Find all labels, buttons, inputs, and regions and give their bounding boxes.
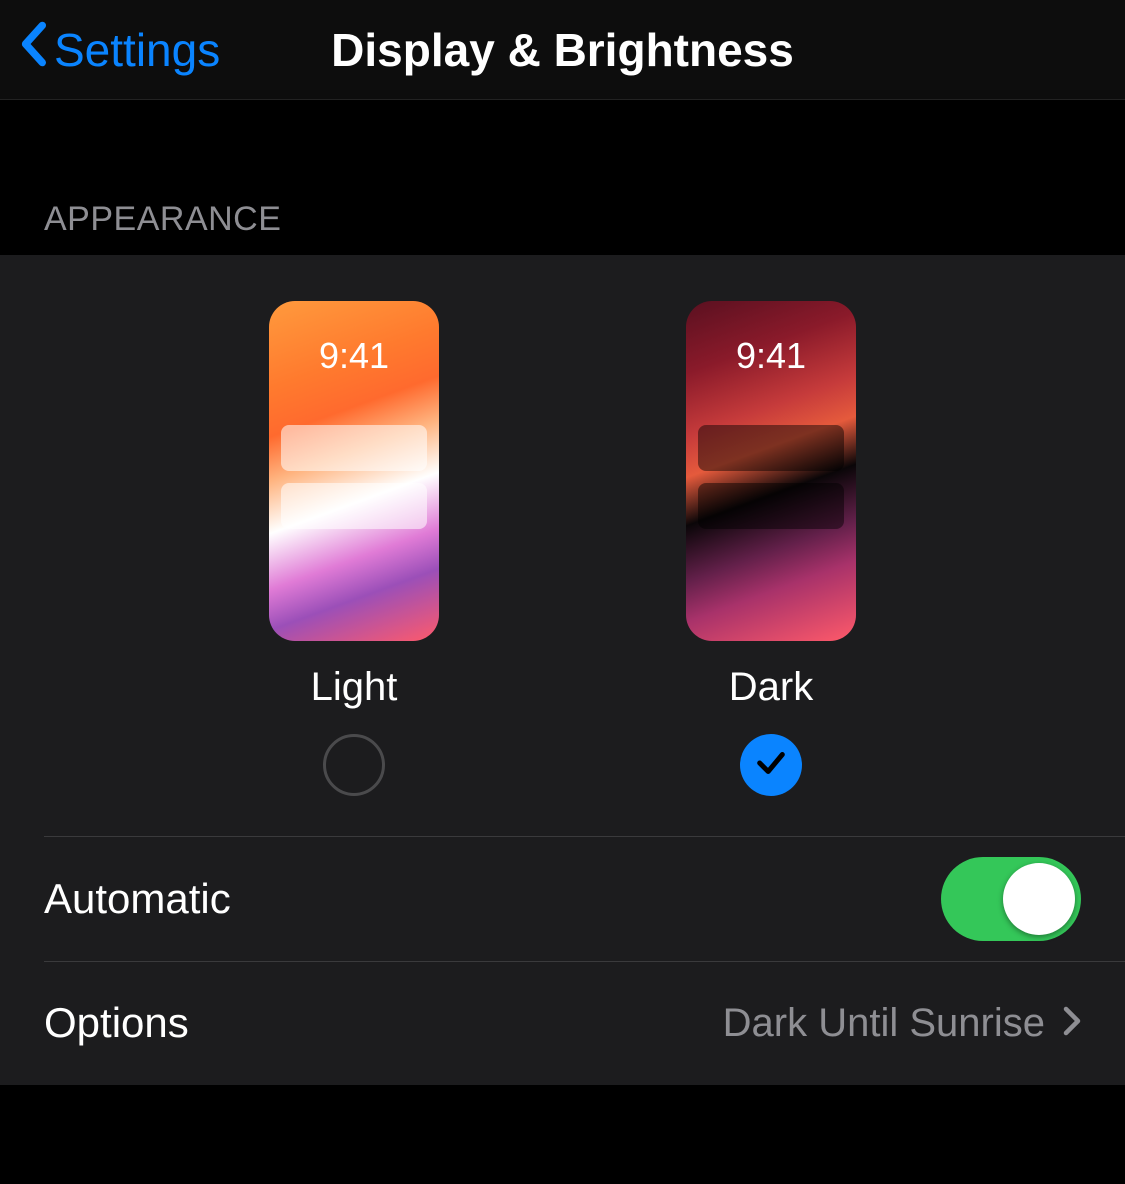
dark-preview-thumbnail: 9:41 (686, 301, 856, 641)
chevron-left-icon (20, 21, 46, 78)
row-options[interactable]: Options Dark Until Sunrise (0, 961, 1125, 1085)
radio-unselected-icon (323, 734, 385, 796)
settings-panel: 9:41 Light 9:41 Dark (0, 255, 1125, 1085)
back-button[interactable]: Settings (20, 21, 220, 78)
navigation-bar: Settings Display & Brightness (0, 0, 1125, 100)
preview-widget (281, 483, 427, 529)
light-label: Light (311, 665, 398, 710)
light-preview-thumbnail: 9:41 (269, 301, 439, 641)
preview-widget (698, 483, 844, 529)
toggle-knob (1003, 863, 1075, 935)
dark-label: Dark (729, 665, 813, 710)
section-header-appearance: APPEARANCE (0, 100, 1125, 255)
check-icon (754, 746, 788, 785)
options-label: Options (44, 999, 723, 1047)
preview-widget (281, 425, 427, 471)
chevron-right-icon (1063, 999, 1081, 1047)
automatic-label: Automatic (44, 875, 941, 923)
back-label: Settings (54, 23, 220, 77)
appearance-picker: 9:41 Light 9:41 Dark (44, 255, 1125, 837)
options-value: Dark Until Sunrise (723, 1001, 1045, 1046)
preview-widget (698, 425, 844, 471)
preview-clock: 9:41 (686, 335, 856, 377)
row-automatic: Automatic (0, 837, 1125, 961)
automatic-toggle[interactable] (941, 857, 1081, 941)
appearance-option-dark[interactable]: 9:41 Dark (686, 301, 856, 796)
appearance-option-light[interactable]: 9:41 Light (269, 301, 439, 796)
preview-clock: 9:41 (269, 335, 439, 377)
radio-selected-icon (740, 734, 802, 796)
